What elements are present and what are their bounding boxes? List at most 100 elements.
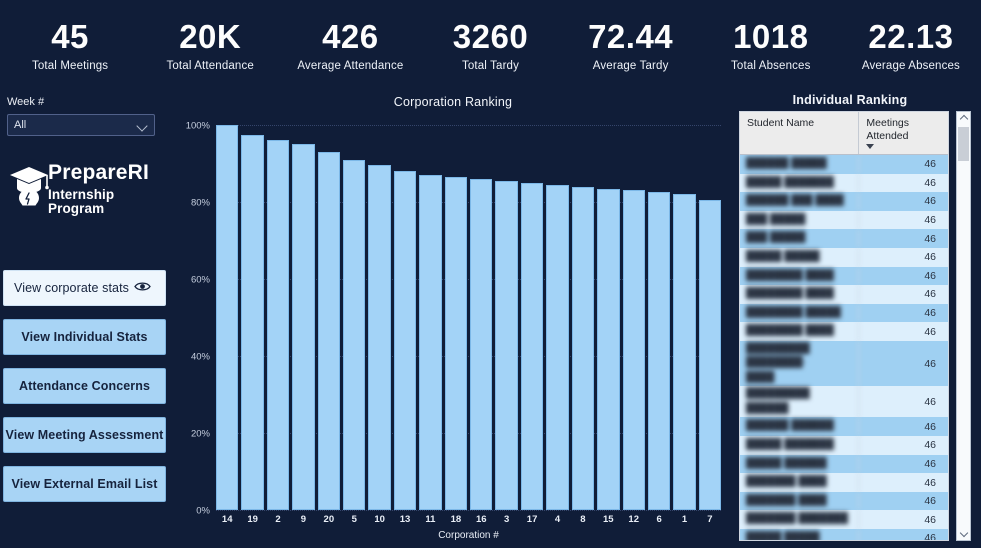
chart-bar[interactable]	[368, 165, 391, 510]
chart-bar-slot	[495, 125, 518, 510]
chart-bar-slot	[698, 125, 722, 510]
table-row[interactable]: ████████ ████ 46	[740, 285, 948, 304]
kpi-value: 22.13	[868, 18, 954, 56]
chart-bar[interactable]	[698, 200, 722, 510]
table-body: ██████ █████ 46 █████ ███████ 46 ██████ ███ …	[740, 155, 948, 541]
scroll-up-arrow-icon[interactable]	[957, 112, 970, 125]
chart-bar[interactable]	[317, 151, 341, 510]
nav-button-label: View Meeting Assessment	[5, 428, 164, 442]
cell-meetings-attended: 46	[924, 476, 936, 489]
chart-x-axis-tick: 20	[323, 514, 335, 525]
chart-bar-slot	[546, 125, 569, 510]
table-row[interactable]: ███████ ████ 46	[740, 473, 948, 492]
chart-bar[interactable]	[647, 192, 671, 510]
nav-button-attendance-concerns[interactable]: Attendance Concerns	[3, 368, 166, 404]
kpi-value: 1018	[733, 18, 809, 56]
chart-x-axis-tick: 17	[526, 514, 538, 525]
nav-button-label: View corporate stats	[14, 281, 130, 295]
chart-x-axis-title: Corporation #	[438, 530, 499, 541]
chart-bar[interactable]	[470, 178, 493, 510]
chart-x-axis-tick: 8	[580, 514, 586, 525]
week-filter-dropdown[interactable]: All	[7, 114, 155, 136]
nav-button-view-meeting-assessment[interactable]: View Meeting Assessment	[3, 417, 166, 453]
table-row[interactable]: █████████ ██████ 46	[740, 386, 948, 418]
chevron-down-icon	[137, 120, 148, 131]
cell-student-name: ████████ ████	[740, 267, 860, 285]
corporation-ranking-chart: Corporation Ranking 0% 20% 40% 60% 80% 100% 1…	[172, 92, 734, 548]
chart-bar[interactable]	[266, 140, 290, 510]
table-row[interactable]: ███████ ███████ 46	[740, 510, 948, 529]
chart-bar[interactable]	[597, 188, 620, 510]
chart-bar[interactable]	[292, 144, 315, 510]
table-row[interactable]: █████ █████ 46	[740, 529, 948, 541]
cell-student-name: ████████ ████	[740, 323, 860, 340]
table-row[interactable]: ██████ ██████ 46	[740, 417, 948, 437]
table-row[interactable]: ████████ ████ 46	[740, 322, 948, 341]
table-row[interactable]: █████ ███████ 46	[740, 436, 948, 455]
cell-student-name: ██████ ██████	[740, 418, 860, 435]
cell-meetings-attended: 46	[924, 195, 936, 208]
chart-bar[interactable]	[495, 180, 518, 510]
nav-button-view-external-email-list[interactable]: View External Email List	[3, 466, 166, 502]
cell-meetings-attended: 46	[924, 214, 936, 227]
nav-button-label: View Individual Stats	[21, 330, 148, 344]
cell-student-name: ██████ ███ ████	[740, 193, 860, 210]
table-row[interactable]: ███ █████ 46	[740, 229, 948, 248]
table-row[interactable]: ███ █████ 46	[740, 210, 948, 230]
table-row[interactable]: █████████ ████████- ████ 46	[740, 340, 948, 387]
cell-student-name: █████ ███████	[740, 437, 860, 454]
cell-student-name: █████ █████	[740, 249, 860, 266]
scroll-down-arrow-icon[interactable]	[957, 527, 970, 540]
chart-bar[interactable]	[444, 176, 468, 510]
cell-student-name: █████ █████	[740, 530, 860, 540]
table-row[interactable]: █████ ███████ 46	[740, 173, 948, 193]
table-row[interactable]: █████ █████ 46	[740, 247, 948, 267]
chart-bar[interactable]	[419, 175, 442, 510]
nav-button-view-corporate-stats[interactable]: View corporate stats	[3, 270, 166, 306]
chart-bar[interactable]	[343, 159, 366, 510]
individual-ranking-panel: Individual Ranking Student Name Meetings…	[734, 92, 981, 548]
chart-x-axis-tick: 1	[681, 514, 688, 525]
cell-meetings-attended: 46	[924, 307, 936, 320]
cell-meetings-attended: 46	[924, 532, 936, 541]
kpi-label: Total Attendance	[166, 59, 254, 72]
table-row[interactable]: ██████ █████ 46	[740, 155, 948, 174]
cell-student-name: █████████ ████████- ████	[740, 340, 860, 387]
eye-icon	[134, 281, 151, 296]
nav-button-view-individual-stats[interactable]: View Individual Stats	[3, 319, 166, 355]
chart-bar[interactable]	[673, 194, 696, 510]
table-row[interactable]: ████████ ████ 46	[740, 266, 948, 286]
kpi-value: 3260	[452, 18, 529, 56]
chart-bar-slot	[622, 125, 645, 510]
table-row[interactable]: █████ ██████ 46	[740, 454, 948, 474]
kpi-label: Total Absences	[731, 59, 811, 72]
cell-student-name: ████████ ████	[740, 286, 860, 303]
cell-meetings-attended: 46	[924, 439, 936, 452]
chart-x-axis-tick: 2	[275, 514, 281, 525]
cell-student-name: ███ █████	[740, 211, 860, 229]
table-row[interactable]: ██████ ███ ████ 46	[740, 192, 948, 211]
table-vertical-scrollbar[interactable]	[956, 111, 971, 541]
cell-student-name: ███████ ████	[740, 492, 860, 510]
chart-bar[interactable]	[393, 171, 417, 510]
scrollbar-thumb[interactable]	[958, 127, 969, 161]
chart-bar-slot	[419, 125, 442, 510]
chart-bar[interactable]	[571, 186, 595, 510]
table-row[interactable]: ███████ ████ 46	[740, 491, 948, 511]
chart-bar[interactable]	[622, 190, 645, 510]
cell-meetings-attended: 46	[924, 176, 936, 189]
chart-x-axis-tick: 16	[475, 514, 487, 525]
chart-bar[interactable]	[241, 134, 264, 510]
chart-bar-slot	[647, 125, 671, 510]
chart-x-axis-tick: 4	[554, 514, 561, 525]
chart-bars	[216, 125, 722, 510]
cell-student-name: █████ ██████	[740, 455, 860, 473]
chart-bar[interactable]	[216, 125, 239, 510]
table-row[interactable]: ████████ █████ 46	[740, 303, 948, 323]
chart-bar-slot	[571, 125, 595, 510]
column-header-student-name[interactable]: Student Name	[740, 112, 860, 154]
chart-x-axis-tick: 13	[399, 514, 411, 525]
chart-bar[interactable]	[520, 182, 544, 510]
column-header-meetings-attended[interactable]: Meetings Attended	[859, 112, 948, 154]
chart-bar[interactable]	[546, 184, 569, 510]
